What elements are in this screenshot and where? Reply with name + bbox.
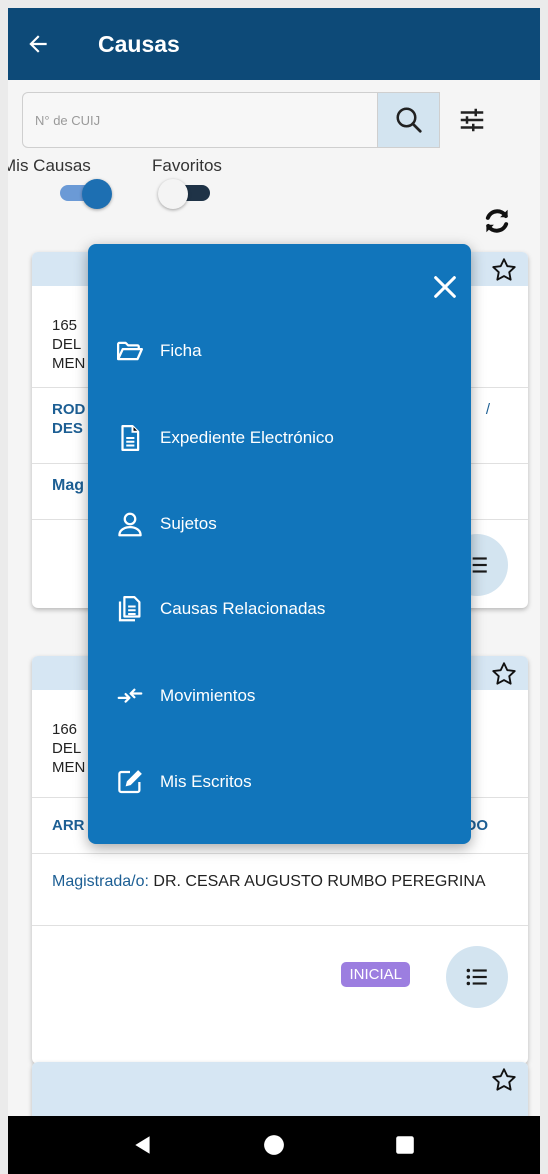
sliders-icon [460, 108, 484, 132]
back-button[interactable] [8, 8, 68, 80]
case-card [32, 1062, 528, 1116]
menu-item-ficha[interactable]: Ficha [112, 331, 202, 371]
document-icon [112, 420, 148, 456]
arrows-exchange-icon [112, 678, 148, 714]
case-actions-menu: Ficha Expediente Electrónico Sujetos Cau… [88, 244, 471, 844]
page-title: Causas [98, 30, 180, 57]
refresh-icon [485, 209, 509, 233]
status-badge: INICIAL [341, 962, 410, 987]
menu-item-expediente[interactable]: Expediente Electrónico [112, 418, 334, 458]
card-header [32, 1062, 528, 1116]
menu-item-label: Expediente Electrónico [160, 428, 334, 447]
magistrate-name: DR. CESAR AUGUSTO RUMBO PEREGRINA [153, 873, 486, 890]
filter-button[interactable] [454, 102, 490, 138]
card-footer: INICIAL [32, 926, 528, 1008]
toggle-knob [158, 179, 188, 209]
refresh-button[interactable] [480, 204, 514, 238]
magistrate-label: Mag [52, 477, 84, 494]
nav-recents-icon[interactable] [394, 1134, 416, 1156]
search-button[interactable] [378, 92, 440, 148]
folder-open-icon [112, 333, 148, 369]
cuij-search-input[interactable] [22, 92, 378, 148]
close-icon [434, 276, 456, 298]
menu-item-label: Causas Relacionadas [160, 599, 326, 618]
menu-item-mis-escritos[interactable]: Mis Escritos [112, 762, 252, 802]
app-bar: Causas [8, 8, 540, 80]
list-icon [466, 968, 487, 986]
nav-back-icon[interactable] [132, 1134, 154, 1156]
mis-causas-label: Mis Causas [8, 156, 91, 175]
search-bar [22, 92, 526, 148]
system-nav-bar [8, 1116, 540, 1174]
star-icon[interactable] [490, 256, 518, 284]
menu-item-label: Ficha [160, 341, 202, 360]
edit-icon [112, 764, 148, 800]
star-icon[interactable] [490, 660, 518, 688]
menu-item-movimientos[interactable]: Movimientos [112, 676, 255, 716]
toggle-knob [82, 179, 112, 209]
menu-item-label: Mis Escritos [160, 772, 252, 791]
menu-item-sujetos[interactable]: Sujetos [112, 504, 217, 544]
menu-item-label: Movimientos [160, 686, 256, 705]
arrow-left-icon [29, 35, 47, 53]
favoritos-toggle[interactable] [158, 178, 214, 209]
actions-menu-button[interactable] [446, 946, 508, 1008]
star-icon[interactable] [490, 1066, 518, 1094]
person-icon [112, 506, 148, 542]
nav-home-icon[interactable] [263, 1134, 285, 1156]
menu-item-causas-relacionadas[interactable]: Causas Relacionadas [112, 589, 325, 629]
documents-stack-icon [112, 591, 148, 627]
menu-item-label: Sujetos [160, 514, 217, 533]
card-magistrate: Magistrada/o: DR. CESAR AUGUSTO RUMBO PE… [32, 854, 528, 926]
search-icon [396, 107, 422, 133]
magistrate-label: Magistrada/o: [52, 873, 149, 890]
favoritos-label: Favoritos [152, 156, 222, 175]
close-button[interactable] [428, 270, 462, 304]
mis-causas-toggle[interactable] [56, 178, 112, 209]
parties-tail: / [485, 401, 490, 418]
